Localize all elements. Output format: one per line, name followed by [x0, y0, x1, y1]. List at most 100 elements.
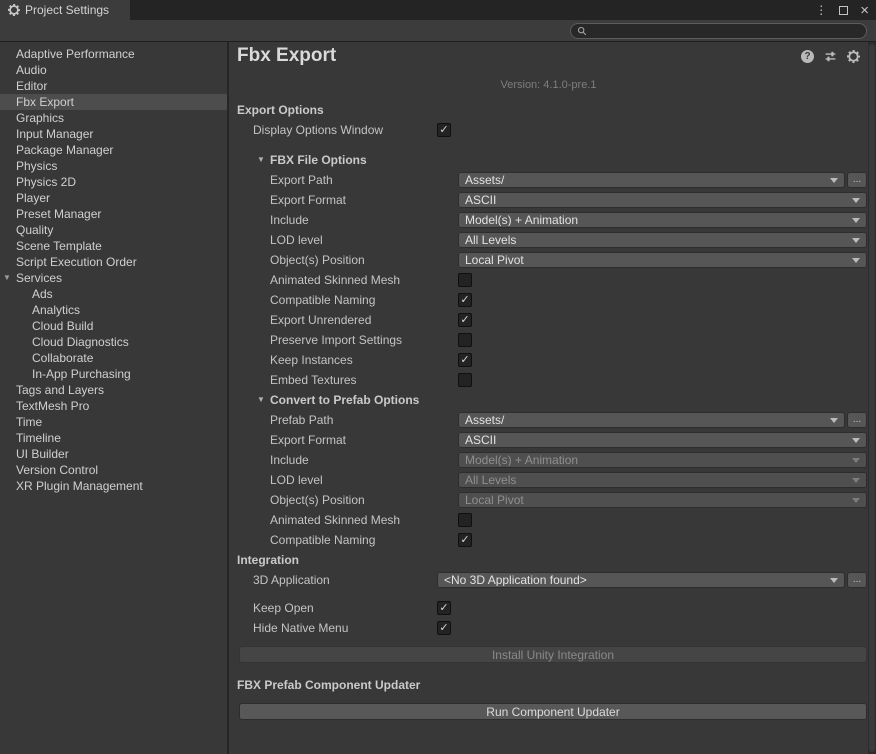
sidebar-item-in-app-purchasing[interactable]: In-App Purchasing	[0, 366, 227, 382]
sidebar-item-timeline[interactable]: Timeline	[0, 430, 227, 446]
dropdown-value: Local Pivot	[465, 494, 848, 506]
sidebar-item-textmesh-pro[interactable]: TextMesh Pro	[0, 398, 227, 414]
window-controls: ⋮ ×	[815, 0, 869, 20]
scrollbar-thumb[interactable]	[869, 44, 875, 752]
dropdown-value: ASCII	[465, 194, 848, 206]
check-icon: ✓	[460, 315, 469, 326]
foldout-arrow-icon[interactable]: ▼	[3, 274, 11, 282]
check-icon: ✓	[460, 295, 469, 306]
sidebar-item-collaborate[interactable]: Collaborate	[0, 350, 227, 366]
close-icon[interactable]: ×	[860, 3, 869, 18]
help-icon[interactable]: ?	[801, 50, 814, 63]
compatible-naming-checkbox[interactable]: ✓	[458, 533, 472, 547]
compatible-naming-checkbox[interactable]: ✓	[458, 293, 472, 307]
sidebar-item-label: Player	[16, 191, 50, 205]
sidebar-item-xr-plugin-management[interactable]: XR Plugin Management	[0, 478, 227, 494]
prefab-path-dropdown[interactable]: Assets/	[458, 412, 845, 428]
sidebar-item-physics[interactable]: Physics	[0, 158, 227, 174]
version-label: Version: 4.1.0-pre.1	[229, 79, 868, 91]
3d-application-dropdown[interactable]: <No 3D Application found>	[437, 572, 845, 588]
sidebar-item-package-manager[interactable]: Package Manager	[0, 142, 227, 158]
dropdown-arrow-icon	[852, 198, 860, 203]
run-component-updater-button[interactable]: Run Component Updater	[239, 703, 867, 720]
sidebar-item-quality[interactable]: Quality	[0, 222, 227, 238]
gear-icon	[8, 4, 20, 16]
sidebar-item-analytics[interactable]: Analytics	[0, 302, 227, 318]
row-convert-to-prefab-options[interactable]: ▼ Convert to Prefab Options	[229, 390, 868, 410]
include-dropdown[interactable]: Model(s) + Animation	[458, 212, 867, 228]
gear-icon[interactable]	[847, 50, 860, 63]
dropdown-arrow-icon	[852, 478, 860, 483]
prefab-path-browse-button[interactable]: ...	[847, 412, 867, 428]
sidebar-item-services[interactable]: ▼ Services	[0, 270, 227, 286]
foldout-label: Convert to Prefab Options	[270, 393, 419, 407]
sidebar-item-editor[interactable]: Editor	[0, 78, 227, 94]
title-bar: Project Settings ⋮ ×	[0, 0, 876, 20]
sidebar-item-tags-and-layers[interactable]: Tags and Layers	[0, 382, 227, 398]
keep-open-checkbox[interactable]: ✓	[437, 601, 451, 615]
spacer	[229, 695, 868, 703]
embed-textures-checkbox[interactable]	[458, 373, 472, 387]
row-keep-instances: Keep Instances✓	[229, 350, 868, 370]
sidebar-item-fbx-export[interactable]: Fbx Export	[0, 94, 227, 110]
sidebar-item-ads[interactable]: Ads	[0, 286, 227, 302]
search-box[interactable]	[570, 23, 867, 39]
foldout-arrow-icon[interactable]: ▼	[257, 156, 265, 164]
object-s-position-dropdown: Local Pivot	[458, 492, 867, 508]
export-unrendered-checkbox[interactable]: ✓	[458, 313, 472, 327]
3d-application-browse-button[interactable]: ...	[847, 572, 867, 588]
sidebar-item-label: Graphics	[16, 111, 64, 125]
sidebar-item-player[interactable]: Player	[0, 190, 227, 206]
setting-label: Include	[270, 213, 309, 227]
display-options-window-checkbox[interactable]: ✓	[437, 123, 451, 137]
sidebar-item-script-execution-order[interactable]: Script Execution Order	[0, 254, 227, 270]
install-unity-integration-button: Install Unity Integration	[239, 646, 867, 663]
dropdown-arrow-icon	[830, 418, 838, 423]
spacer	[229, 638, 868, 646]
maximize-icon[interactable]	[839, 6, 848, 15]
object-s-position-dropdown[interactable]: Local Pivot	[458, 252, 867, 268]
setting-label: Preserve Import Settings	[270, 333, 402, 347]
sidebar-item-label: Services	[16, 271, 62, 285]
settings-category-list: Adaptive PerformanceAudioEditorFbx Expor…	[0, 42, 227, 754]
dropdown-value: ASCII	[465, 434, 848, 446]
sidebar-item-physics-2d[interactable]: Physics 2D	[0, 174, 227, 190]
row-lod-level: LOD levelAll Levels	[229, 230, 868, 250]
project-settings-tab[interactable]: Project Settings	[0, 0, 130, 20]
sidebar-item-cloud-diagnostics[interactable]: Cloud Diagnostics	[0, 334, 227, 350]
sidebar-item-audio[interactable]: Audio	[0, 62, 227, 78]
lod-level-dropdown[interactable]: All Levels	[458, 232, 867, 248]
row-run-component-updater: Run Component Updater	[229, 703, 868, 720]
sidebar-item-cloud-build[interactable]: Cloud Build	[0, 318, 227, 334]
animated-skinned-mesh-checkbox[interactable]	[458, 273, 472, 287]
sidebar-item-preset-manager[interactable]: Preset Manager	[0, 206, 227, 222]
check-icon: ✓	[439, 603, 448, 614]
sidebar-item-time[interactable]: Time	[0, 414, 227, 430]
row-export-format: Export FormatASCII	[229, 190, 868, 210]
row-object-s-position: Object(s) PositionLocal Pivot	[229, 490, 868, 510]
search-icon	[577, 26, 587, 36]
animated-skinned-mesh-checkbox[interactable]	[458, 513, 472, 527]
keep-instances-checkbox[interactable]: ✓	[458, 353, 472, 367]
sidebar-item-label: Collaborate	[32, 351, 93, 365]
sidebar-item-ui-builder[interactable]: UI Builder	[0, 446, 227, 462]
export-format-dropdown[interactable]: ASCII	[458, 432, 867, 448]
row-fbx-file-options[interactable]: ▼ FBX File Options	[229, 150, 868, 170]
sidebar-item-graphics[interactable]: Graphics	[0, 110, 227, 126]
foldout-label: FBX File Options	[270, 153, 367, 167]
hide-native-menu-checkbox[interactable]: ✓	[437, 621, 451, 635]
export-path-browse-button[interactable]: ...	[847, 172, 867, 188]
presets-icon[interactable]	[824, 50, 837, 63]
window-menu-icon[interactable]: ⋮	[815, 4, 827, 16]
sidebar-item-adaptive-performance[interactable]: Adaptive Performance	[0, 46, 227, 62]
sidebar-item-scene-template[interactable]: Scene Template	[0, 238, 227, 254]
search-input[interactable]	[591, 25, 860, 37]
sidebar-item-input-manager[interactable]: Input Manager	[0, 126, 227, 142]
preserve-import-settings-checkbox[interactable]	[458, 333, 472, 347]
vertical-scrollbar[interactable]	[868, 42, 876, 754]
sidebar-item-version-control[interactable]: Version Control	[0, 462, 227, 478]
export-path-dropdown[interactable]: Assets/	[458, 172, 845, 188]
foldout-arrow-icon[interactable]: ▼	[257, 396, 265, 404]
export-format-dropdown[interactable]: ASCII	[458, 192, 867, 208]
spacer	[229, 590, 868, 598]
